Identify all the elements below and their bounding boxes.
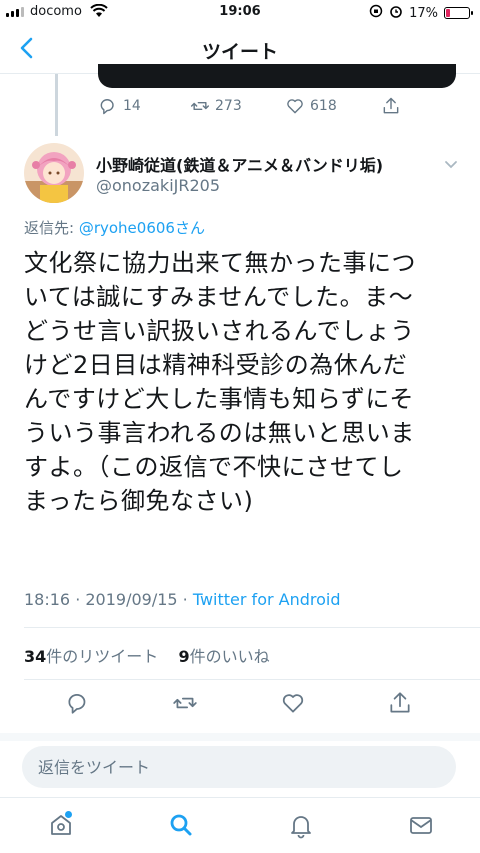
tab-search[interactable] — [167, 811, 195, 839]
reply-composer[interactable] — [22, 746, 456, 788]
tweet-stats: 34件のリツイート 9件のいいね — [24, 643, 270, 667]
battery-percent: 17% — [409, 5, 438, 21]
likes-stat[interactable]: 9件のいいね — [178, 647, 269, 666]
parent-like-count: 618 — [310, 98, 337, 114]
reply-to-mention[interactable]: @ryohe0606 — [79, 219, 175, 237]
parent-like-button[interactable]: 618 — [285, 96, 337, 116]
avatar[interactable] — [24, 143, 84, 203]
battery-icon — [444, 7, 473, 19]
like-icon — [287, 99, 303, 114]
parent-tweet-media[interactable] — [98, 64, 456, 88]
search-icon — [170, 814, 192, 836]
retweets-stat[interactable]: 34件のリツイート — [24, 647, 158, 666]
alarm-icon — [389, 4, 403, 22]
like-icon — [282, 694, 304, 713]
tab-messages[interactable] — [407, 811, 435, 839]
tweet-timestamp: 18:16 · 2019/09/15 · — [24, 590, 193, 609]
retweet-button[interactable] — [172, 690, 198, 716]
tweet-actions — [0, 690, 480, 722]
likes-label: 件のいいね — [189, 647, 270, 666]
tweet-text: 文化祭に協力出来て無かった事につ いては誠にすみませんでした。ま〜 どうせ言い訳… — [24, 249, 416, 515]
likes-count: 9 — [178, 647, 190, 666]
section-separator — [0, 733, 480, 741]
messages-icon — [410, 817, 432, 834]
notifications-icon — [291, 816, 311, 839]
tweet-meta: 18:16 · 2019/09/15 · Twitter for Android — [24, 590, 341, 609]
parent-retweet-count: 273 — [215, 98, 242, 114]
tweet-source-link[interactable]: Twitter for Android — [193, 590, 341, 609]
share-icon — [383, 97, 399, 114]
chevron-down-icon — [445, 161, 457, 169]
divider — [24, 627, 480, 628]
retweet-icon — [190, 101, 210, 111]
reply-icon — [68, 694, 86, 714]
share-button[interactable] — [387, 690, 413, 716]
reply-icon — [100, 99, 114, 115]
reply-to-suffix: さん — [174, 219, 205, 237]
reply-button[interactable] — [65, 690, 91, 716]
home-notification-dot — [65, 811, 72, 818]
orientation-lock-icon — [369, 4, 383, 22]
tab-bar — [0, 797, 480, 853]
reply-to-prefix: 返信先: — [24, 219, 79, 237]
parent-share-button[interactable] — [381, 96, 401, 116]
retweet-icon — [173, 697, 197, 709]
retweets-count: 34 — [24, 647, 47, 666]
parent-reply-count: 14 — [123, 98, 141, 114]
reply-input[interactable] — [22, 746, 456, 788]
share-icon — [390, 692, 410, 713]
parent-reply-button[interactable]: 14 — [98, 96, 141, 116]
parent-retweet-button[interactable]: 273 — [190, 96, 242, 116]
reply-to-line: 返信先: @ryohe0606さん — [24, 217, 205, 238]
like-button[interactable] — [280, 690, 306, 716]
retweets-label: 件のリツイート — [46, 647, 159, 666]
parent-tweet-actions: 14 273 618 — [0, 96, 480, 120]
tab-notifications[interactable] — [287, 811, 315, 839]
page-title: ツイート — [201, 41, 278, 63]
divider — [24, 679, 480, 680]
author-handle[interactable]: @onozakiJR205 — [96, 176, 220, 195]
status-bar: docomo 19:06 17% — [0, 0, 480, 26]
author-name[interactable]: 小野崎従道(鉄道＆アニメ＆バンドリ垢) — [96, 152, 383, 176]
tweet-menu-button[interactable] — [441, 157, 461, 173]
